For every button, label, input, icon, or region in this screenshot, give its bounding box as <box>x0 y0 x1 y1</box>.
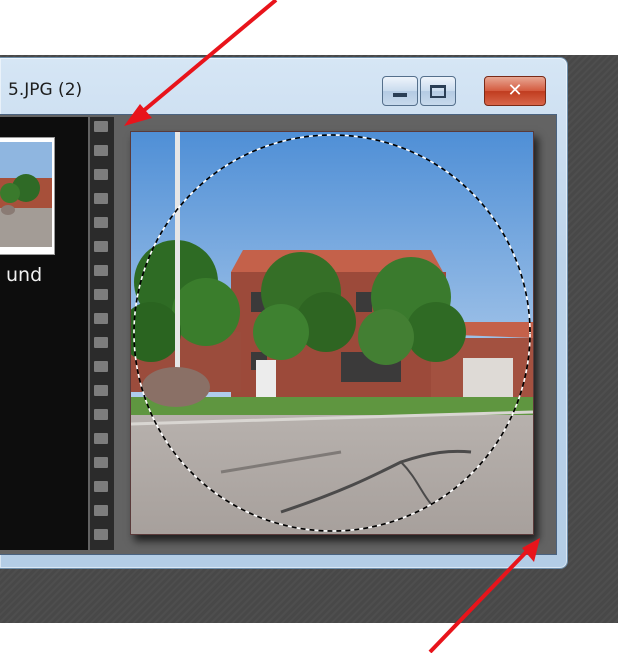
arrow-head-bottom-icon <box>522 538 540 562</box>
annotation-arrow-bottom <box>428 546 532 653</box>
screenshot-stage: 5.JPG (2) ✕ und <box>0 0 618 653</box>
annotation-arrow-top <box>134 0 278 119</box>
annotation-arrows <box>124 0 540 653</box>
